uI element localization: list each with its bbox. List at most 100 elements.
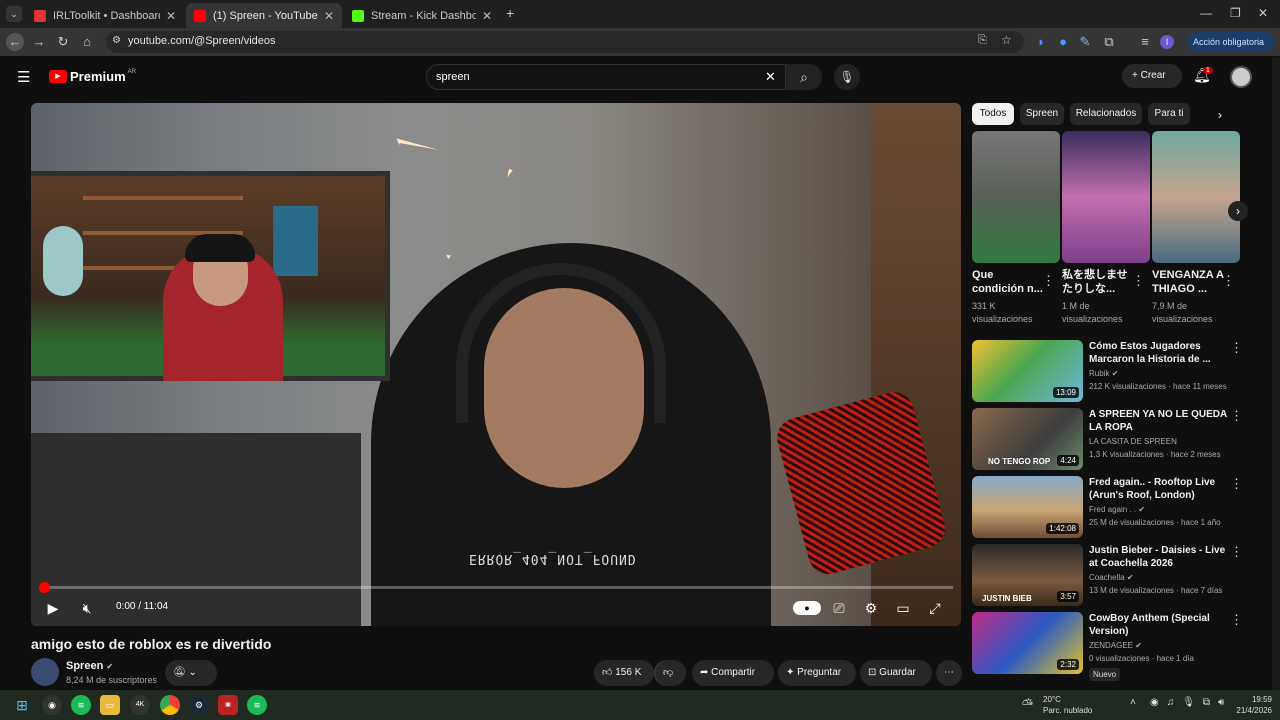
video-thumbnail[interactable]: 1:42:08 <box>972 476 1083 538</box>
app-4k-icon[interactable]: 4K <box>130 695 150 715</box>
chip-spreen[interactable]: Spreen <box>1020 103 1064 125</box>
channel-name[interactable]: Spreen ✔ <box>66 660 113 672</box>
video-title[interactable]: CowBoy Anthem (Special Version) <box>1089 612 1234 638</box>
file-explorer-icon[interactable]: ▭ <box>100 695 120 715</box>
short-thumbnail[interactable] <box>1152 131 1240 263</box>
list-item[interactable]: JUSTIN BIEB 3:57 Justin Bieber - Daisies… <box>972 544 1272 608</box>
close-tab-icon[interactable]: ✕ <box>166 9 176 23</box>
like-button[interactable]: 👍︎ 156 K <box>594 660 654 686</box>
channel-name[interactable]: Fred again . . ✔ <box>1089 505 1145 514</box>
channel-name[interactable]: ZENDAGEE ✔ <box>1089 641 1142 650</box>
dislike-button[interactable]: 👎︎ <box>654 660 686 686</box>
autoplay-toggle-icon[interactable]: ● <box>793 601 821 615</box>
channel-avatar[interactable] <box>31 658 59 686</box>
shorts-next-icon[interactable]: › <box>1228 201 1248 221</box>
steam-icon[interactable]: ⚙ <box>189 695 209 715</box>
search-input[interactable]: spreen ✕ <box>426 64 786 90</box>
more-options-icon[interactable]: ⋮ <box>1042 273 1055 289</box>
address-bar[interactable]: ⚙ youtube.com/@Spreen/videos ⎘ ☆ <box>106 31 1024 53</box>
more-options-icon[interactable]: ⋮ <box>1230 476 1243 492</box>
reading-list-icon[interactable]: ≡ <box>1136 33 1154 51</box>
account-avatar[interactable] <box>1230 66 1252 88</box>
more-options-icon[interactable]: ⋮ <box>1222 273 1235 289</box>
search-icon[interactable]: ⌕ <box>786 64 822 90</box>
tab-kick[interactable]: Stream - Kick Dashboard ✕ <box>344 3 500 28</box>
save-button[interactable]: ⊡ Guardar <box>860 660 932 686</box>
theater-mode-icon[interactable]: ▭ <box>891 598 915 618</box>
youtube-logo[interactable]: ▶ Premium AR <box>49 69 136 84</box>
short-title[interactable]: Que condición n... <box>972 268 1047 296</box>
settings-gear-icon[interactable]: ⚙ <box>859 598 883 618</box>
scrollbar[interactable] <box>1272 58 1280 690</box>
video-thumbnail[interactable]: NO TENGO ROP 4:24 <box>972 408 1083 470</box>
video-thumbnail[interactable]: JUSTIN BIEB 3:57 <box>972 544 1083 606</box>
ask-button[interactable]: ✦ Preguntar <box>778 660 856 686</box>
short-title[interactable]: 私を悲しませたりしな... <box>1062 268 1137 296</box>
back-icon[interactable]: ← <box>6 33 24 51</box>
subtitles-icon[interactable]: ⎚ <box>827 598 851 618</box>
weather-widget[interactable]: 20°C Parc. nublado <box>1043 694 1092 716</box>
chip-para-ti[interactable]: Para ti <box>1148 103 1190 125</box>
list-item[interactable]: NO TENGO ROP 4:24 A SPREEN YA NO LE QUED… <box>972 408 1272 472</box>
obs-icon[interactable]: ◉ <box>42 695 62 715</box>
subscribed-bell-button[interactable]: 🔕︎ ⌄ <box>165 660 217 686</box>
short-thumbnail[interactable] <box>1062 131 1150 263</box>
channel-name[interactable]: Rubik ✔ <box>1089 369 1118 378</box>
home-icon[interactable]: ⌂ <box>78 33 96 51</box>
windows-start-icon[interactable]: ⊞ <box>12 695 32 715</box>
progress-bar[interactable] <box>38 582 953 593</box>
install-icon[interactable]: ⎘ <box>978 34 987 47</box>
video-thumbnail[interactable]: 13:09 <box>972 340 1083 402</box>
chevron-right-icon[interactable]: › <box>1218 108 1222 122</box>
extension-icon[interactable]: ● <box>1054 33 1072 51</box>
chip-todos[interactable]: Todos <box>972 103 1014 125</box>
progress-scrubber[interactable] <box>38 582 50 593</box>
video-title[interactable]: Justin Bieber - Daisies - Live at Coache… <box>1089 544 1234 570</box>
close-window-icon[interactable]: ✕ <box>1258 6 1268 20</box>
more-options-icon[interactable]: ⋮ <box>1230 340 1243 356</box>
tab-list-icon[interactable]: ⌄ <box>6 6 22 22</box>
extensions-puzzle-icon[interactable]: ⧉ <box>1100 33 1118 51</box>
more-options-icon[interactable]: ⋮ <box>1230 408 1243 424</box>
close-tab-icon[interactable]: ✕ <box>324 9 334 23</box>
channel-name[interactable]: LA CASITA DE SPREEN <box>1089 437 1177 446</box>
spotify-icon[interactable]: ≋ <box>247 695 267 715</box>
app-red-icon[interactable]: ▣ <box>218 695 238 715</box>
video-player[interactable]: ERROR_404_NOT_FOUND ▶ 🔇︎ 0:00 / 11:04 ● … <box>31 103 961 626</box>
minimize-icon[interactable]: — <box>1200 6 1212 20</box>
channel-name[interactable]: Coachella ✔ <box>1089 573 1134 582</box>
more-actions-button[interactable]: ⋯ <box>936 660 962 686</box>
bookmark-star-icon[interactable]: ☆ <box>1001 33 1012 47</box>
site-info-icon[interactable]: ⚙ <box>112 35 121 46</box>
tab-youtube[interactable]: (1) Spreen - YouTube ✕ <box>186 3 342 28</box>
reload-icon[interactable]: ↻ <box>54 33 72 51</box>
new-tab-icon[interactable]: + <box>506 5 514 21</box>
tab-irltoolkit[interactable]: IRLToolkit • Dashboard ✕ <box>26 3 184 28</box>
more-options-icon[interactable]: ⋮ <box>1230 612 1243 628</box>
spotify-icon[interactable]: ≋ <box>71 695 91 715</box>
more-options-icon[interactable]: ⋮ <box>1132 273 1145 289</box>
video-title[interactable]: Cómo Estos Jugadores Marcaron la Histori… <box>1089 340 1234 366</box>
more-options-icon[interactable]: ⋮ <box>1230 544 1243 560</box>
system-clock[interactable]: 19:59 21/4/2026 <box>1228 694 1272 716</box>
profile-icon[interactable]: I <box>1160 35 1174 49</box>
share-button[interactable]: ➦ Compartir <box>692 660 774 686</box>
clear-search-icon[interactable]: ✕ <box>765 69 776 85</box>
mute-icon[interactable]: 🔇︎ <box>75 598 99 618</box>
tray-icons[interactable]: ◉♫🎙︎⧉🔊︎ <box>1150 697 1232 708</box>
short-title[interactable]: VENGANZA A THIAGO ... <box>1152 268 1227 296</box>
short-thumbnail[interactable] <box>972 131 1060 263</box>
list-item[interactable]: 1:42:08 Fred again.. - Rooftop Live (Aru… <box>972 476 1272 540</box>
create-button[interactable]: + Crear <box>1122 64 1182 88</box>
extension-icon[interactable]: ◗ <box>1032 33 1050 51</box>
tray-chevron-icon[interactable]: ˄ <box>1130 697 1136 708</box>
play-icon[interactable]: ▶ <box>41 598 65 618</box>
microphone-icon[interactable]: 🎙︎ <box>834 64 860 90</box>
video-thumbnail[interactable]: 2:32 <box>972 612 1083 674</box>
list-item[interactable]: 13:09 Cómo Estos Jugadores Marcaron la H… <box>972 340 1272 404</box>
forward-icon[interactable]: → <box>30 33 48 51</box>
chip-relacionados[interactable]: Relacionados <box>1070 103 1142 125</box>
video-title[interactable]: A SPREEN YA NO LE QUEDA LA ROPA <box>1089 408 1234 434</box>
close-tab-icon[interactable]: ✕ <box>482 9 492 23</box>
list-item[interactable]: 2:32 CowBoy Anthem (Special Version) ZEN… <box>972 612 1272 681</box>
